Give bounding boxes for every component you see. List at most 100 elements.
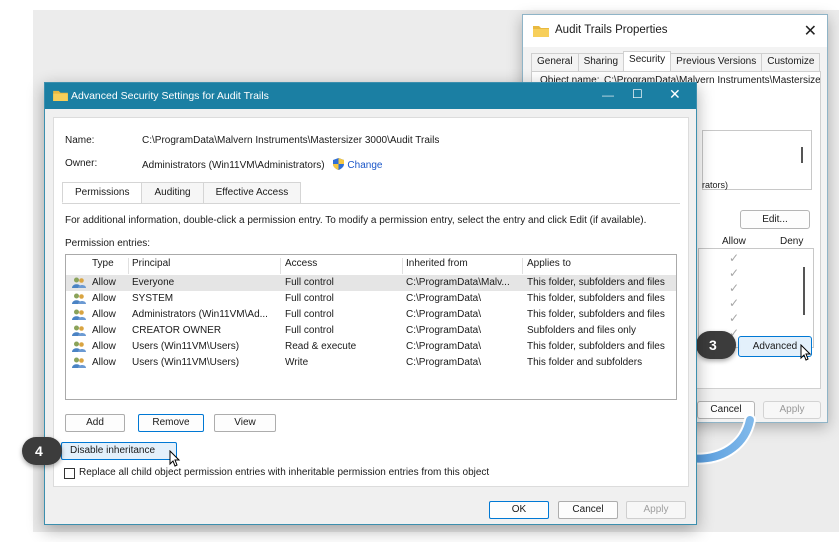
replace-child-permissions-checkbox[interactable] (64, 468, 75, 479)
ok-button[interactable]: OK (489, 501, 549, 519)
view-button[interactable]: View (214, 414, 276, 432)
step-3-badge: 3 (696, 331, 736, 359)
tab-effective-access[interactable]: Effective Access (202, 182, 302, 203)
column-divider (522, 258, 523, 274)
cell-type: Allow (92, 293, 116, 304)
tab-security[interactable]: Security (623, 51, 672, 72)
cell-type: Allow (92, 341, 116, 352)
cell-principal: Users (Win11VM\Users) (132, 357, 240, 368)
tab-permissions[interactable]: Permissions (62, 182, 143, 203)
cell-principal: Administrators (Win11VM\Ad... (132, 309, 268, 320)
column-header-applies-to[interactable]: Applies to (527, 258, 571, 269)
cell-inherited-from: C:\ProgramData\ (406, 357, 482, 368)
users-icon (72, 293, 86, 304)
users-icon (72, 357, 86, 368)
table-row[interactable]: Allow CREATOR OWNER Full control C:\Prog… (66, 323, 676, 339)
disable-inheritance-button[interactable]: Disable inheritance (61, 442, 177, 460)
name-label: Name: (65, 135, 95, 146)
table-header: Type Principal Access Inherited from App… (66, 258, 676, 274)
replace-child-permissions-label: Replace all child object permission entr… (79, 467, 490, 478)
check-icon: ✓ (729, 296, 740, 310)
column-header-principal[interactable]: Principal (132, 258, 170, 269)
tab-auditing[interactable]: Auditing (141, 182, 204, 203)
apply-button: Apply (626, 501, 686, 519)
maximize-icon[interactable]: ☐ (632, 87, 643, 101)
tab-customize[interactable]: Customize (761, 53, 821, 71)
tab-divider (62, 203, 680, 204)
close-icon[interactable]: ✕ (804, 21, 817, 41)
help-text: For additional information, double-click… (65, 215, 647, 226)
folder-icon (53, 90, 68, 104)
cell-applies-to: Subfolders and files only (527, 325, 636, 336)
advanced-content-panel: Name: C:\ProgramData\Malvern Instruments… (53, 117, 689, 487)
cancel-button[interactable]: Cancel (558, 501, 618, 519)
cell-applies-to: This folder and subfolders (527, 357, 643, 368)
check-icon: ✓ (729, 311, 740, 325)
cell-access: Full control (285, 325, 334, 336)
tab-general[interactable]: General (531, 53, 579, 71)
tab-previous-versions[interactable]: Previous Versions (670, 53, 763, 71)
edit-button[interactable]: Edit... (740, 210, 810, 229)
name-value: C:\ProgramData\Malvern Instruments\Maste… (142, 135, 440, 146)
cell-principal: SYSTEM (132, 293, 174, 304)
users-icon (72, 325, 86, 336)
check-icon: ✓ (729, 281, 740, 295)
change-owner-link[interactable]: Change (347, 160, 382, 171)
owner-label: Owner: (65, 158, 98, 169)
step-4-badge: 4 (22, 437, 62, 465)
properties-title: Audit Trails Properties (555, 24, 668, 36)
permission-entries-table: Type Principal Access Inherited from App… (65, 254, 677, 400)
column-header-access[interactable]: Access (285, 258, 317, 269)
scrollbar[interactable] (801, 147, 803, 163)
remove-button[interactable]: Remove (138, 414, 204, 432)
table-row[interactable]: Allow Everyone Full control C:\ProgramDa… (66, 275, 676, 291)
table-row[interactable]: Allow Users (Win11VM\Users) Write C:\Pro… (66, 355, 676, 371)
column-header-inherited-from[interactable]: Inherited from (406, 258, 468, 269)
scrollbar[interactable] (803, 267, 805, 315)
tab-sharing[interactable]: Sharing (577, 53, 625, 71)
advanced-tabs: Permissions Auditing Effective Access (62, 182, 302, 203)
table-row[interactable]: Allow Users (Win11VM\Users) Read & execu… (66, 339, 676, 355)
cell-inherited-from: C:\ProgramData\ (406, 309, 482, 320)
cell-access: Write (285, 357, 309, 368)
cell-applies-to: This folder, subfolders and files (527, 341, 665, 352)
add-button[interactable]: Add (65, 414, 125, 432)
properties-tabs: General Sharing Security Previous Versio… (531, 51, 821, 72)
advanced-security-window: Advanced Security Settings for Audit Tra… (44, 82, 697, 525)
cell-principal: CREATOR OWNER (132, 325, 222, 336)
cursor-icon (800, 344, 812, 361)
deny-header: Deny (780, 236, 804, 247)
column-header-type[interactable]: Type (92, 258, 114, 269)
cell-type: Allow (92, 277, 116, 288)
cell-type: Allow (92, 357, 116, 368)
cursor-icon (169, 450, 181, 467)
folder-icon (533, 25, 549, 40)
advanced-titlebar: Advanced Security Settings for Audit Tra… (45, 83, 696, 109)
cell-inherited-from: C:\ProgramData\ (406, 341, 482, 352)
close-icon[interactable]: ✕ (669, 86, 681, 103)
column-divider (402, 258, 403, 274)
table-row[interactable]: Allow Administrators (Win11VM\Ad... Full… (66, 307, 676, 323)
list-item: rators) (702, 180, 729, 190)
cell-principal: Everyone (132, 277, 175, 288)
cell-type: Allow (92, 325, 116, 336)
owner-value: Administrators (Win11VM\Administrators) (142, 160, 325, 171)
cell-applies-to: This folder, subfolders and files (527, 293, 665, 304)
users-icon (72, 277, 86, 288)
minimize-icon[interactable]: — (602, 88, 614, 102)
cell-access: Read & execute (285, 341, 357, 352)
check-icon: ✓ (729, 266, 740, 280)
column-divider (128, 258, 129, 274)
properties-titlebar: Audit Trails Properties ✕ (523, 15, 827, 47)
cell-applies-to: This folder, subfolders and files (527, 309, 665, 320)
cell-inherited-from: C:\ProgramData\ (406, 325, 482, 336)
users-icon (72, 341, 86, 352)
table-row[interactable]: Allow SYSTEM Full control C:\ProgramData… (66, 291, 676, 307)
uac-shield-icon (333, 158, 345, 173)
cell-access: Full control (285, 293, 334, 304)
check-icon: ✓ (729, 251, 740, 265)
cell-type: Allow (92, 309, 116, 320)
cell-inherited-from: C:\ProgramData\ (406, 293, 482, 304)
owner-row: Administrators (Win11VM\Administrators) … (142, 158, 382, 173)
window-title: Advanced Security Settings for Audit Tra… (71, 90, 269, 102)
